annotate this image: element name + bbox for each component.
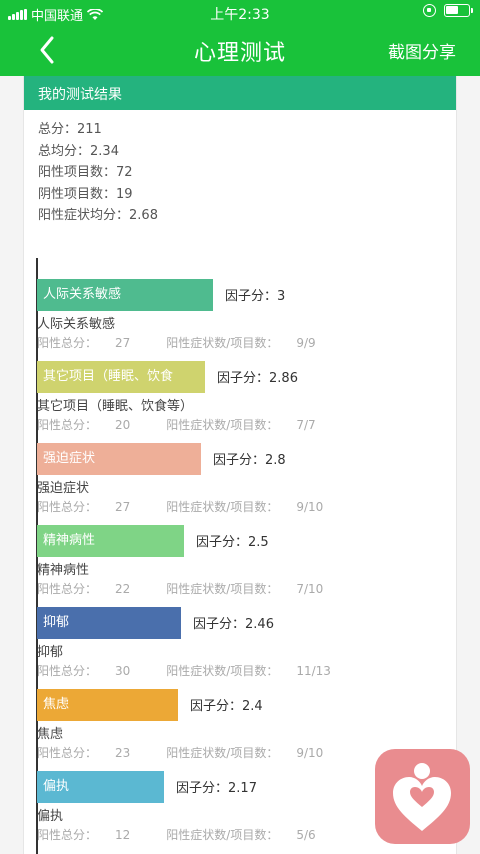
- summary-total: 总分：211: [38, 122, 102, 137]
- factor-score: 因子分：2.4: [190, 699, 263, 714]
- factor-bar: 强迫症状: [37, 443, 201, 475]
- status-right: [423, 4, 473, 17]
- factor-stats: 阳性总分： 27 阳性症状数/项目数： 9/10: [37, 500, 324, 514]
- factor-bar: 人际关系敏感: [37, 279, 213, 311]
- rotation-lock-icon: [423, 4, 436, 17]
- factor-stats: 阳性总分： 27 阳性症状数/项目数： 9/9: [37, 336, 316, 350]
- factor-score: 因子分：2.46: [193, 617, 274, 632]
- factor-bar: 抑郁: [37, 607, 181, 639]
- status-time: 上午2:33: [210, 7, 270, 23]
- factor-name: 强迫症状: [37, 481, 90, 496]
- screenshot-share-button[interactable]: 截图分享: [388, 38, 456, 63]
- factor-row: 人际关系敏感 因子分：3 人际关系敏感 阳性总分： 27 阳性症状数/项目数： 9/9: [37, 279, 467, 361]
- factor-bar: 偏执: [37, 771, 164, 803]
- floating-app-button[interactable]: [375, 749, 470, 844]
- factor-stats: 阳性总分： 22 阳性症状数/项目数： 7/10: [37, 582, 324, 596]
- factor-name: 其它项目（睡眠、饮食等）: [37, 399, 194, 414]
- factor-score: 因子分：2.17: [176, 781, 257, 796]
- factor-bar: 其它项目（睡眠、饮食: [37, 361, 205, 393]
- factor-bar: 精神病性: [37, 525, 184, 557]
- factor-score: 因子分：3: [225, 289, 286, 304]
- battery-icon: [444, 4, 473, 17]
- summary-negative-count: 阴性项目数：19: [38, 186, 133, 202]
- heart-person-icon: [393, 763, 451, 831]
- factor-stats: 阳性总分： 30 阳性症状数/项目数： 11/13: [37, 664, 331, 678]
- factor-stats: 阳性总分： 23 阳性症状数/项目数： 9/10: [37, 746, 324, 760]
- factor-name: 抑郁: [37, 645, 64, 660]
- factor-name: 人际关系敏感: [37, 317, 116, 332]
- factor-row: 抑郁 因子分：2.46 抑郁 阳性总分： 30 阳性症状数/项目数： 11/13: [37, 607, 467, 689]
- factor-name: 偏执: [37, 809, 64, 824]
- factor-stats: 阳性总分： 12 阳性症状数/项目数： 5/6: [37, 828, 316, 842]
- factor-score: 因子分：2.8: [213, 453, 286, 468]
- factor-score: 因子分：2.5: [196, 535, 269, 550]
- result-header: 我的测试结果: [24, 76, 456, 110]
- factor-name: 精神病性: [37, 563, 90, 578]
- summary-list: 总分：211 总均分：2.34 阳性项目数：72 阴性项目数：19 阳性症状均分…: [38, 119, 158, 227]
- factor-score: 因子分：2.86: [217, 371, 298, 386]
- factor-row: 其它项目（睡眠、饮食 因子分：2.86 其它项目（睡眠、饮食等） 阳性总分： 20…: [37, 361, 467, 443]
- factor-name: 焦虑: [37, 727, 64, 742]
- factor-stats: 阳性总分： 20 阳性症状数/项目数： 7/7: [37, 418, 316, 432]
- factor-row: 精神病性 因子分：2.5 精神病性 阳性总分： 22 阳性症状数/项目数： 7/10: [37, 525, 467, 607]
- summary-positive-average: 阳性症状均分：2.68: [38, 208, 158, 223]
- factor-row: 强迫症状 因子分：2.8 强迫症状 阳性总分： 27 阳性症状数/项目数： 9/10: [37, 443, 467, 525]
- summary-positive-count: 阳性项目数：72: [38, 165, 133, 180]
- status-bar: 中国联通 上午2:33: [0, 0, 480, 26]
- summary-average: 总均分：2.34: [38, 143, 119, 159]
- nav-bar: 心理测试 截图分享: [0, 26, 480, 76]
- factor-bar: 焦虑: [37, 689, 178, 721]
